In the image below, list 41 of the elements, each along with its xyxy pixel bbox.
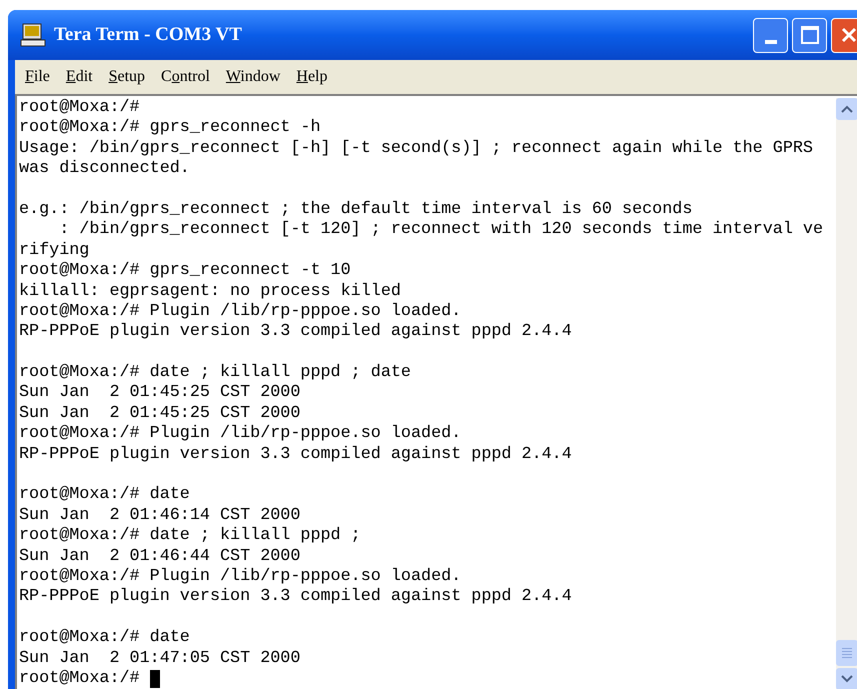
window-title: Tera Term - COM3 VT: [54, 22, 242, 47]
menu-item[interactable]: Window: [218, 65, 288, 89]
terminal-line: Usage: /bin/gprs_reconnect [-h] [-t second(s)] ; reconnect again while the GPRS: [19, 138, 813, 160]
terminal-line: : /bin/gprs_reconnect [-t 120] ; reconnect with 120 seconds time interval ve: [58, 220, 824, 241]
menu-item[interactable]: Help: [288, 65, 336, 89]
terminal-line: root@Moxa:/# date: [19, 485, 190, 506]
terminal-line: rifying: [19, 240, 90, 262]
terminal-line: root@Moxa:/# gprs_reconnect -t 10: [19, 261, 351, 282]
terminal-line: root@Moxa:/#: [19, 668, 140, 689]
terminal-line: killall: egprsagent: no process killed: [19, 282, 401, 302]
terminal-line: root@Moxa:/# date ; killall pppd ;: [19, 526, 361, 547]
terminal-line: root@Moxa:/# Plugin /lib/rp-pppoe.so loaded.: [19, 302, 462, 322]
terminal-icon: [20, 22, 46, 48]
maximize-button[interactable]: [792, 18, 827, 52]
terminal-line: RP-PPPoE plugin version 3.3 compiled against pppd 2.4.4: [19, 587, 572, 608]
terminal-line: Sun Jan 2 01:46:14 CST 2000: [19, 506, 300, 526]
scrollbar[interactable]: [836, 98, 857, 689]
terminal-line: root@Moxa:/# Plugin /lib/rp-pppoe.so loaded.: [19, 566, 462, 588]
terminal-line: root@Moxa:/# date: [19, 628, 190, 649]
close-button[interactable]: [831, 18, 857, 52]
terminal-line: root@Moxa:/# date ; killall pppd ; date: [19, 363, 411, 384]
terminal-line: root@Moxa:/#: [19, 98, 140, 118]
terminal-line: Sun Jan 2 01:45:25 CST 2000: [19, 404, 300, 424]
minimize-button[interactable]: [753, 18, 788, 52]
menu-item[interactable]: Control: [153, 65, 218, 89]
scroll-thumb[interactable]: [836, 640, 857, 666]
scroll-up-button[interactable]: [836, 98, 857, 120]
terminal-line: Sun Jan 2 01:46:44 CST 2000: [19, 546, 300, 567]
terminal-line: Sun Jan 2 01:45:25 CST 2000: [19, 383, 300, 404]
close-icon: [840, 26, 857, 44]
terminal-line: was disconnected.: [19, 159, 190, 180]
terminal-line: RP-PPPoE plugin version 3.3 compiled against pppd 2.4.4: [19, 322, 572, 343]
terminal-line: Sun Jan 2 01:47:05 CST 2000: [19, 648, 300, 669]
menu-item[interactable]: Setup: [100, 65, 154, 89]
terminal-line: e.g.: /bin/gprs_reconnect ; the default time interval is 60 seconds: [19, 200, 692, 220]
terminal-line: root@Moxa:/# gprs_reconnect -h: [19, 118, 321, 139]
scroll-down-button[interactable]: [836, 668, 857, 689]
menu-item[interactable]: Edit: [58, 65, 101, 89]
terminal-line: RP-PPPoE plugin version 3.3 compiled against pppd 2.4.4: [19, 444, 572, 466]
terminal-line: root@Moxa:/# Plugin /lib/rp-pppoe.so loaded.: [19, 424, 462, 445]
menu-item[interactable]: File: [17, 65, 58, 89]
